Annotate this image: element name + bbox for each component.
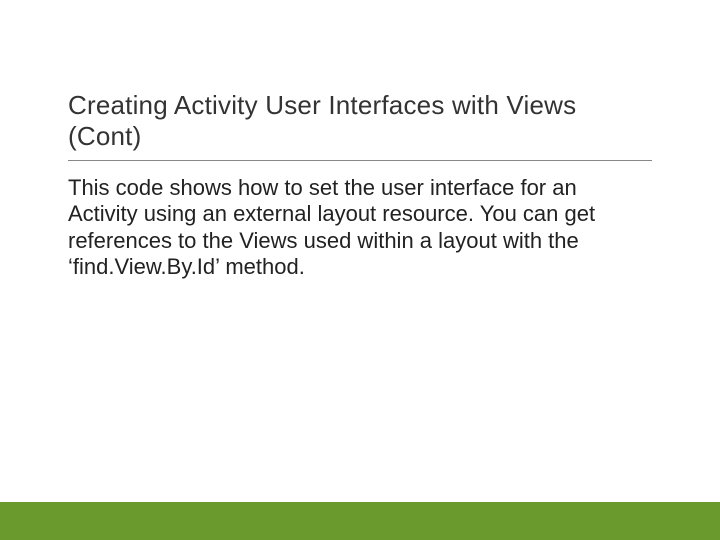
slide: Creating Activity User Interfaces with V… [0,0,720,540]
footer-bar [0,502,720,540]
slide-title: Creating Activity User Interfaces with V… [68,90,652,161]
slide-body-text: This code shows how to set the user inte… [68,175,628,281]
